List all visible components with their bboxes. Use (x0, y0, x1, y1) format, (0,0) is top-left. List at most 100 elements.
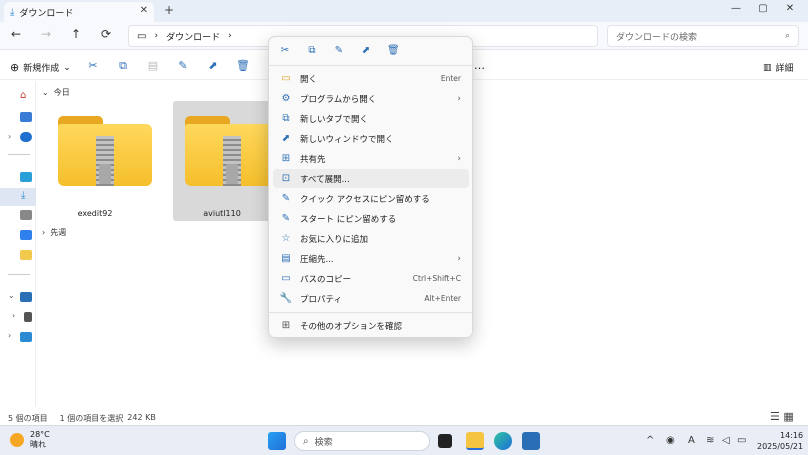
date: 2025/05/21 (757, 442, 804, 451)
collapse-chevron-icon[interactable]: ⌄ (8, 291, 15, 300)
tab-close-icon[interactable]: ✕ (140, 5, 148, 16)
menu-item-copy-path[interactable]: ▭ パスのコピー Ctrl+Shift+C (273, 269, 469, 288)
weather-widget[interactable]: 28°C 晴れ (10, 430, 50, 450)
forward-button[interactable]: → (38, 27, 54, 41)
breadcrumb-downloads[interactable]: ダウンロード (166, 30, 220, 43)
cut-icon[interactable]: ✂ (279, 45, 291, 57)
compress-icon: ▤ (281, 253, 291, 264)
pictures-icon[interactable] (20, 230, 32, 240)
group-header-today[interactable]: ⌄ 今日 (42, 87, 70, 98)
folder-icon[interactable] (20, 250, 32, 260)
menu-separator-2 (269, 312, 472, 313)
search-input[interactable]: ダウンロードの検索 ⌕ (607, 25, 799, 47)
minimize-button[interactable]: — (726, 3, 746, 14)
grid-view-icon[interactable]: ▦ (783, 410, 793, 423)
view-toggle[interactable]: ☰ ▦ (770, 410, 794, 423)
expand-chevron-icon-2[interactable]: › (12, 311, 15, 320)
chevron-up-icon[interactable]: ^ (646, 435, 654, 446)
pc-icon[interactable] (20, 292, 32, 302)
drive-icon[interactable] (24, 312, 32, 322)
tab-downloads[interactable]: ⤓ ダウンロード ✕ (4, 2, 154, 22)
up-button[interactable]: ↑ (68, 27, 84, 41)
task-view-icon[interactable] (438, 434, 452, 448)
search-icon: ⌕ (303, 435, 309, 447)
gallery-icon[interactable] (20, 112, 32, 122)
share-icon[interactable]: ⬈ (206, 59, 220, 73)
zip-folder-icon (58, 116, 152, 186)
weather-condition: 晴れ (30, 440, 46, 449)
group-header-lastweek[interactable]: › 先週 (42, 227, 66, 238)
open-with-icon: ⚙ (281, 93, 291, 104)
menu-item-more-options[interactable]: ⊞ その他のオプションを確認 (273, 316, 469, 335)
onedrive-icon[interactable] (20, 132, 32, 142)
menu-item-pin-start[interactable]: ✎ スタート にピン留めする (273, 209, 469, 228)
monitor-icon: ▭ (137, 30, 147, 42)
chevron-right-icon: › (457, 93, 461, 104)
cut-icon[interactable]: ✂ (86, 59, 100, 73)
battery-icon[interactable]: ▭ (737, 435, 746, 446)
copy-icon[interactable]: ⧉ (306, 45, 318, 57)
copy-icon[interactable]: ⧉ (116, 59, 130, 73)
network-icon[interactable] (20, 332, 32, 342)
tray-app-icon[interactable]: ◉ (666, 435, 675, 446)
navigation-pane: ⌂ › ⤓ ⌄ › › (0, 82, 36, 406)
taskbar-search[interactable]: ⌕ 検索 (294, 431, 430, 451)
store-icon[interactable] (522, 432, 540, 450)
menu-item-compress[interactable]: ▤ 圧縮先... › (273, 249, 469, 268)
plus-icon: ⊕ (10, 61, 20, 74)
time: 14:16 (780, 431, 804, 440)
rename-icon[interactable]: ✎ (176, 59, 190, 73)
context-menu: ✂ ⧉ ✎ ⬈ 🗑 ▭ 開く Enter ⚙ プログラムから開く › ⧉ 新しい… (268, 36, 473, 338)
menu-item-properties[interactable]: 🔧 プロパティ Alt+Enter (273, 289, 469, 308)
open-icon: ▭ (281, 73, 291, 84)
file-explorer-icon[interactable] (466, 432, 484, 450)
share-icon[interactable]: ⬈ (360, 45, 372, 57)
menu-item-share-to[interactable]: ⊞ 共有先 › (273, 149, 469, 168)
edge-icon[interactable] (494, 432, 512, 450)
taskbar-search-label: 検索 (314, 437, 333, 448)
desktop-icon[interactable] (20, 172, 32, 182)
documents-icon[interactable] (20, 210, 32, 220)
menu-separator (269, 65, 472, 66)
delete-icon[interactable]: 🗑 (387, 45, 400, 57)
new-tab-icon: ⧉ (282, 113, 290, 124)
sidebar-item-downloads[interactable] (0, 188, 36, 206)
close-window-button[interactable]: ✕ (780, 3, 800, 14)
maximize-button[interactable]: ▢ (753, 3, 773, 14)
volume-icon[interactable]: ◁ (722, 435, 730, 446)
rename-icon[interactable]: ✎ (333, 45, 345, 57)
expand-chevron-icon-3[interactable]: › (8, 331, 11, 340)
menu-item-extract-all[interactable]: ⊡ すべて展開... (273, 169, 469, 188)
menu-item-open-new-tab[interactable]: ⧉ 新しいタブで開く (273, 109, 469, 128)
list-view-icon[interactable]: ☰ (770, 410, 780, 423)
menu-item-add-favorite[interactable]: ☆ お気に入りに追加 (273, 229, 469, 248)
more-options-icon: ⊞ (281, 320, 291, 331)
menu-item-open-with[interactable]: ⚙ プログラムから開く › (273, 89, 469, 108)
item-count: 5 個の項目 (8, 414, 48, 423)
wifi-icon[interactable]: ≋ (706, 435, 714, 446)
new-button[interactable]: ⊕ 新規作成 ⌄ (10, 61, 71, 74)
home-icon[interactable]: ⌂ (20, 90, 26, 101)
properties-icon: 🔧 (279, 293, 293, 304)
start-button[interactable] (268, 432, 286, 450)
back-button[interactable]: ← (8, 27, 24, 41)
ime-indicator[interactable]: A (688, 435, 695, 446)
status-bar: 5 個の項目 1 個の項目を選択 242 KB (8, 413, 156, 424)
file-item-aviutl110[interactable]: aviutl110 (173, 101, 279, 221)
clock[interactable]: 14:16 2025/05/21 (757, 430, 803, 452)
delete-icon[interactable]: 🗑 (236, 59, 250, 73)
file-item-exedit92[interactable]: exedit92 (46, 101, 152, 221)
menu-item-open[interactable]: ▭ 開く Enter (273, 69, 469, 88)
menu-item-open-new-window[interactable]: ⬈ 新しいウィンドウで開く (273, 129, 469, 148)
details-pane-button[interactable]: ▥ 詳細 (763, 61, 794, 75)
refresh-button[interactable]: ⟳ (98, 27, 114, 41)
breadcrumb-sep-2[interactable]: › (228, 31, 232, 41)
menu-item-pin-quick-access[interactable]: ✎ クイック アクセスにピン留めする (273, 189, 469, 208)
paste-icon[interactable]: ▤ (146, 59, 160, 73)
expand-chevron-icon[interactable]: › (8, 132, 11, 141)
zip-folder-icon (185, 116, 279, 186)
more-button[interactable]: … (474, 59, 485, 72)
pin-start-icon: ✎ (281, 213, 291, 224)
file-name: aviutl110 (203, 209, 241, 218)
new-tab-button[interactable]: + (164, 3, 174, 17)
